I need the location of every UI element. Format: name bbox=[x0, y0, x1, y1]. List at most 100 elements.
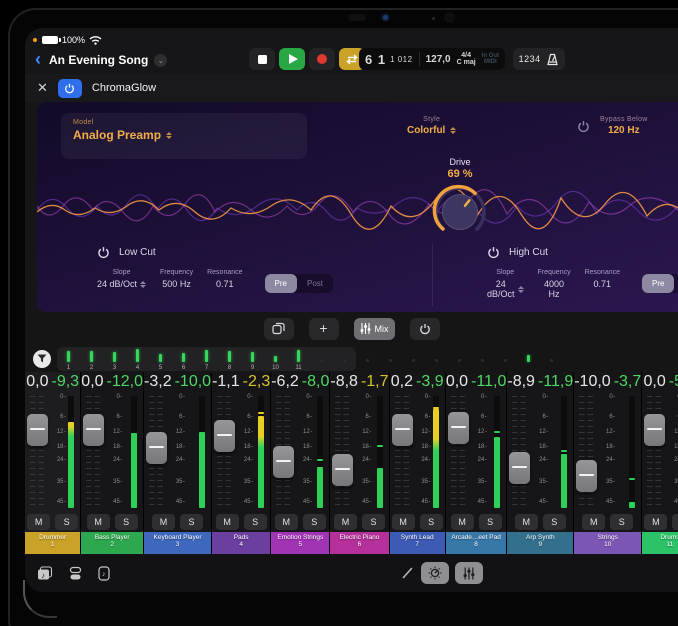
fader-handle[interactable] bbox=[27, 414, 48, 446]
mixer-channel-5[interactable]: -6,2-8,0061218243545MSEmotion Strings5 bbox=[271, 372, 330, 554]
overview-track-slot[interactable]: 8 bbox=[218, 347, 241, 371]
close-icon[interactable]: ✕ bbox=[37, 80, 48, 96]
lcd-display[interactable]: 6 1 1 012 127,0 4/4 C maj In Out MIDI bbox=[359, 48, 505, 70]
overview-track-slot[interactable] bbox=[310, 347, 333, 371]
play-surface-icon[interactable]: ♪ bbox=[98, 566, 110, 581]
song-title-chevron-icon[interactable]: ⌄ bbox=[154, 54, 167, 67]
overview-visible-tracks[interactable]: 1234567891011 bbox=[57, 347, 356, 371]
mute-button[interactable]: M bbox=[644, 514, 667, 530]
mute-button[interactable]: M bbox=[87, 514, 110, 530]
song-title[interactable]: An Evening Song bbox=[49, 53, 148, 67]
back-chevron-icon[interactable]: ‹ bbox=[35, 50, 41, 68]
pan-value[interactable]: 0,0 bbox=[81, 373, 103, 391]
mute-button[interactable]: M bbox=[582, 514, 605, 530]
mix-view-button[interactable]: Mix bbox=[354, 318, 395, 340]
play-button[interactable] bbox=[279, 48, 305, 70]
solo-button[interactable]: S bbox=[610, 514, 633, 530]
model-selector[interactable]: Model Analog Preamp bbox=[61, 113, 307, 159]
fader-handle[interactable] bbox=[332, 454, 353, 486]
drive-knob[interactable] bbox=[430, 182, 490, 242]
fader-handle[interactable] bbox=[509, 452, 530, 484]
mute-button[interactable]: M bbox=[152, 514, 175, 530]
power-icon[interactable] bbox=[97, 246, 110, 259]
mixer-channel-11[interactable]: 0,0-5,0061218243545MSDrums11 bbox=[642, 372, 678, 554]
track-tab[interactable]: Drums11 bbox=[642, 532, 678, 554]
mixer-channel-2[interactable]: 0,0-12,0061218243545MSBass Player2 bbox=[81, 372, 144, 554]
overview-track-slot[interactable]: 9 bbox=[241, 347, 264, 371]
solo-button[interactable]: S bbox=[303, 514, 326, 530]
pan-value[interactable]: -8,9 bbox=[507, 373, 535, 391]
mixer-channel-1[interactable]: 0,0-9,3061218243545MSDrummer1 bbox=[25, 372, 81, 554]
solo-button[interactable]: S bbox=[420, 514, 443, 530]
high-cut-pre-post-toggle[interactable]: Pre Post bbox=[642, 274, 678, 293]
track-tab[interactable]: Bass Player2 bbox=[81, 532, 143, 554]
plugin-power-button[interactable] bbox=[58, 79, 82, 98]
high-cut-slope[interactable]: Slope 24 dB/Oct bbox=[487, 269, 524, 299]
track-tab[interactable]: Arp Synth9 bbox=[507, 532, 573, 554]
overview-track-slot[interactable] bbox=[517, 347, 540, 371]
fader-handle[interactable] bbox=[146, 432, 167, 464]
mute-button[interactable]: M bbox=[392, 514, 415, 530]
low-cut-slope[interactable]: Slope 24 dB/Oct bbox=[97, 269, 146, 289]
low-cut-pre-post-toggle[interactable]: Pre Post bbox=[265, 274, 333, 293]
overview-track-slot[interactable]: 2 bbox=[80, 347, 103, 371]
overview-track-slot[interactable]: 6 bbox=[172, 347, 195, 371]
overview-track-slot[interactable]: 5 bbox=[149, 347, 172, 371]
overview-track-slot[interactable] bbox=[471, 347, 494, 371]
overview-track-slot[interactable] bbox=[448, 347, 471, 371]
solo-button[interactable]: S bbox=[479, 514, 502, 530]
track-tab[interactable]: Emotion Strings5 bbox=[271, 532, 329, 554]
mixer-channel-4[interactable]: -1,1-2,3061218243545MSPads4 bbox=[212, 372, 271, 554]
bypass-below-control[interactable]: Bypass Below 120 Hz bbox=[600, 116, 648, 136]
mute-button[interactable]: M bbox=[216, 514, 239, 530]
overview-track-slot[interactable] bbox=[356, 347, 379, 371]
solo-button[interactable]: S bbox=[55, 514, 78, 530]
browser-loops-icon[interactable]: ♪ bbox=[37, 566, 53, 581]
solo-button[interactable]: S bbox=[672, 514, 678, 530]
overview-track-slot[interactable] bbox=[540, 347, 563, 371]
mute-button[interactable]: M bbox=[515, 514, 538, 530]
pan-value[interactable]: 0,2 bbox=[391, 373, 413, 391]
mixer-channel-7[interactable]: 0,2-3,9061218243545MSSynth Lead7 bbox=[390, 372, 446, 554]
fader-handle[interactable] bbox=[83, 414, 104, 446]
overview-track-slot[interactable]: 7 bbox=[195, 347, 218, 371]
mixer-power-button[interactable] bbox=[410, 318, 440, 340]
track-tab[interactable]: Synth Lead7 bbox=[390, 532, 445, 554]
drive-control[interactable]: Drive 69 % bbox=[425, 157, 495, 242]
controls-view-button[interactable] bbox=[421, 562, 449, 584]
stop-button[interactable] bbox=[249, 48, 275, 70]
count-in-button[interactable]: 1234 bbox=[519, 54, 541, 64]
overview-track-slot[interactable]: 1 bbox=[57, 347, 80, 371]
fader-handle[interactable] bbox=[273, 446, 294, 478]
record-button[interactable] bbox=[309, 48, 335, 70]
fader-handle[interactable] bbox=[214, 420, 235, 452]
fader-handle[interactable] bbox=[392, 414, 413, 446]
overview-track-slot[interactable] bbox=[379, 347, 402, 371]
filter-button[interactable] bbox=[33, 350, 51, 368]
pan-value[interactable]: -1,1 bbox=[212, 373, 240, 391]
high-cut-resonance[interactable]: Resonance 0.71 bbox=[585, 269, 620, 289]
track-tab[interactable]: Electric Piano6 bbox=[330, 532, 388, 554]
mixer-channel-10[interactable]: -10,0-3,7061218243545MSStrings10 bbox=[574, 372, 642, 554]
overview-track-slot[interactable]: 4 bbox=[126, 347, 149, 371]
pan-value[interactable]: -8,8 bbox=[330, 373, 358, 391]
overview-track-slot[interactable] bbox=[425, 347, 448, 371]
pan-value[interactable]: 0,0 bbox=[446, 373, 468, 391]
solo-button[interactable]: S bbox=[244, 514, 267, 530]
overview-track-slot[interactable] bbox=[494, 347, 517, 371]
fader-handle[interactable] bbox=[644, 414, 665, 446]
fader-handle[interactable] bbox=[448, 412, 469, 444]
power-icon[interactable] bbox=[577, 120, 590, 133]
track-tab[interactable]: Pads4 bbox=[212, 532, 270, 554]
plugins-icon[interactable] bbox=[69, 566, 82, 581]
pencil-icon[interactable] bbox=[401, 566, 415, 580]
track-tab[interactable]: Keyboard Player3 bbox=[144, 532, 211, 554]
track-tab[interactable]: Arcade…eet Pad8 bbox=[446, 532, 507, 554]
mixer-channel-9[interactable]: -8,9-11,9061218243545MSArp Synth9 bbox=[507, 372, 574, 554]
low-cut-frequency[interactable]: Frequency 500 Hz bbox=[160, 269, 193, 289]
solo-button[interactable]: S bbox=[115, 514, 138, 530]
power-icon[interactable] bbox=[487, 246, 500, 259]
fader-handle[interactable] bbox=[576, 460, 597, 492]
low-cut-resonance[interactable]: Resonance 0.71 bbox=[207, 269, 242, 289]
mixer-view-button[interactable] bbox=[455, 562, 483, 584]
